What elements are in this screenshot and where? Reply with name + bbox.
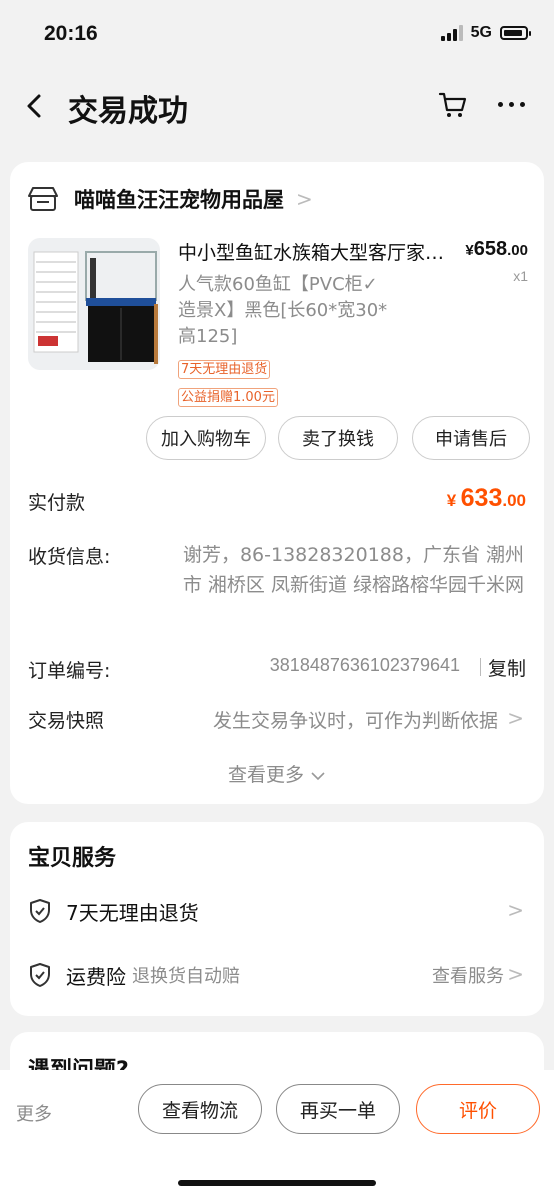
network-type: 5G	[470, 24, 492, 41]
chevron-right-icon[interactable]: >	[507, 898, 524, 922]
snapshot-label: 交易快照	[28, 710, 105, 732]
chevron-right-icon[interactable]: >	[507, 706, 524, 730]
cart-icon[interactable]	[438, 90, 468, 120]
copy-button[interactable]: 复制	[488, 654, 526, 681]
more-button[interactable]: 更多	[16, 1100, 52, 1126]
services-card: 宝贝服务 7天无理由退货 > 运费险 退换货自动赔 查看服务 >	[10, 822, 544, 1016]
product-price: ¥658.00	[465, 238, 528, 260]
divider	[480, 658, 481, 676]
shield-check-icon	[30, 963, 50, 987]
shipping-address: 谢芳，86-13828320188，广东省 潮州市 湘桥区 凤新街道 绿榕路榕华…	[182, 544, 524, 596]
return-tag: 7天无理由退货	[178, 360, 271, 379]
chevron-right-icon[interactable]: >	[507, 962, 524, 986]
paid-amount: ¥ 633.00	[446, 484, 526, 512]
order-card: 喵喵鱼汪汪宠物用品屋 > 中小型鱼缸水族箱大型客厅家用生态鱼缸 ¥658.00 …	[10, 162, 544, 804]
chevron-down-icon	[311, 771, 325, 780]
bottom-action-bar: 更多 查看物流 再买一单 评价	[0, 1070, 554, 1200]
status-time: 20:16	[44, 22, 98, 45]
store-icon	[28, 187, 58, 211]
nav-bar: 交易成功	[0, 70, 554, 142]
services-title: 宝贝服务	[28, 846, 117, 871]
status-bar: 20:16 5G	[0, 0, 554, 70]
shop-name: 喵喵鱼汪汪宠物用品屋	[74, 188, 284, 212]
paid-label: 实付款	[28, 492, 86, 514]
signal-icon	[440, 25, 463, 41]
service-shipping-insurance[interactable]: 运费险 退换货自动赔	[28, 960, 240, 990]
review-button[interactable]: 评价	[416, 1084, 540, 1134]
more-options-icon[interactable]	[498, 102, 525, 107]
logistics-button[interactable]: 查看物流	[138, 1084, 262, 1134]
shield-check-icon	[30, 899, 50, 923]
product-thumbnail[interactable]	[28, 238, 160, 370]
shipping-label: 收货信息:	[28, 546, 111, 568]
resell-button[interactable]: 卖了换钱	[278, 416, 398, 460]
battery-icon	[500, 26, 531, 40]
product-quantity: x1	[513, 268, 528, 284]
back-arrow-icon[interactable]	[22, 92, 48, 120]
order-number-label: 订单编号:	[28, 660, 111, 682]
status-indicators: 5G	[440, 24, 531, 42]
charity-tag: 公益捐赠1.00元	[178, 388, 278, 407]
shop-header[interactable]: 喵喵鱼汪汪宠物用品屋 >	[28, 182, 313, 216]
rebuy-button[interactable]: 再买一单	[276, 1084, 400, 1134]
product-title[interactable]: 中小型鱼缸水族箱大型客厅家用生态鱼缸	[178, 238, 446, 265]
view-service-link[interactable]: 查看服务	[432, 962, 504, 988]
page-title: 交易成功	[68, 94, 188, 129]
chevron-right-icon: >	[296, 187, 313, 211]
service-return[interactable]: 7天无理由退货	[28, 896, 199, 926]
home-indicator	[178, 1180, 376, 1186]
add-to-cart-button[interactable]: 加入购物车	[146, 416, 266, 460]
see-more-button[interactable]: 查看更多	[10, 760, 544, 787]
after-sale-button[interactable]: 申请售后	[412, 416, 530, 460]
order-number: 3818487636102379641	[269, 655, 460, 675]
snapshot-hint[interactable]: 发生交易争议时，可作为判断依据	[213, 706, 498, 733]
product-sku: 人气款60鱼缸【PVC柜✓ 造景X】黑色[长60*宽30* 高125]	[178, 274, 388, 347]
